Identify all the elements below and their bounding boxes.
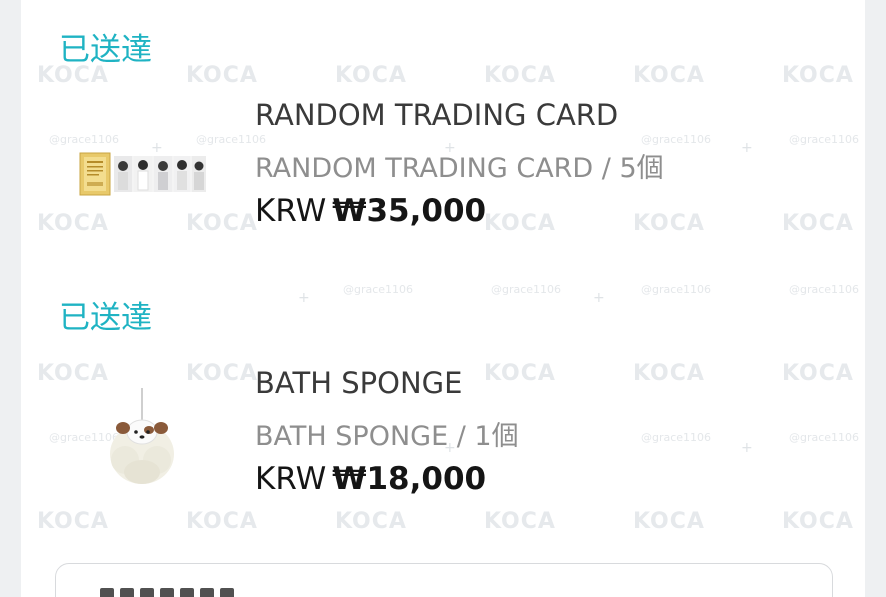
watermark-logo: KOCA: [335, 63, 407, 88]
product-price: KRW ₩18,000: [255, 461, 486, 497]
watermark-handle: @grace1106: [491, 283, 562, 296]
watermark-handle: @grace1106: [641, 431, 712, 444]
order-status: 已送達: [59, 32, 152, 68]
watermark-logo: KOCA: [186, 63, 258, 88]
watermark-plus: +: [741, 140, 753, 156]
trading-card-thumbnail[interactable]: [79, 152, 207, 198]
watermark-plus: +: [741, 440, 753, 456]
bath-sponge-thumbnail[interactable]: [105, 386, 179, 488]
watermark-logo: KOCA: [335, 509, 407, 534]
watermark-logo: KOCA: [484, 211, 556, 236]
product-variant: BATH SPONGE / 1個: [255, 421, 519, 452]
watermark-handle: @grace1106: [196, 133, 267, 146]
watermark-logo: KOCA: [633, 509, 705, 534]
next-section-card[interactable]: [55, 563, 833, 597]
watermark-logo: KOCA: [37, 509, 109, 534]
price-currency: KRW: [255, 461, 327, 497]
watermark-logo: KOCA: [484, 63, 556, 88]
watermark-logo: KOCA: [186, 211, 258, 236]
watermark-logo: KOCA: [37, 361, 109, 386]
watermark-logo: KOCA: [633, 211, 705, 236]
watermark-logo: KOCA: [782, 361, 854, 386]
watermark-handle: @grace1106: [641, 133, 712, 146]
watermark-handle: @grace1106: [789, 431, 860, 444]
watermark-logo: KOCA: [633, 361, 705, 386]
watermark-handle: @grace1106: [343, 283, 414, 296]
watermark-logo: KOCA: [484, 361, 556, 386]
product-variant: RANDOM TRADING CARD / 5個: [255, 153, 664, 184]
watermark-logo: KOCA: [782, 63, 854, 88]
watermark-logo: KOCA: [186, 361, 258, 386]
watermark-logo: KOCA: [633, 63, 705, 88]
price-amount: ₩35,000: [332, 193, 487, 229]
watermark-logo: KOCA: [37, 211, 109, 236]
watermark-handle: @grace1106: [789, 283, 860, 296]
product-name[interactable]: RANDOM TRADING CARD: [255, 98, 618, 132]
product-name[interactable]: BATH SPONGE: [255, 366, 462, 400]
watermark-handle: @grace1106: [789, 133, 860, 146]
watermark-logo: KOCA: [782, 509, 854, 534]
watermark-plus: +: [593, 290, 605, 306]
watermark-plus: +: [298, 290, 310, 306]
order-status: 已送達: [59, 300, 152, 336]
order-card: KOCA KOCA KOCA KOCA KOCA KOCA @grace1106…: [21, 0, 865, 597]
watermark-handle: @grace1106: [49, 133, 120, 146]
watermark-logo: KOCA: [186, 509, 258, 534]
watermark-logo: KOCA: [782, 211, 854, 236]
watermark-logo: KOCA: [484, 509, 556, 534]
watermark-handle: @grace1106: [641, 283, 712, 296]
price-currency: KRW: [255, 193, 327, 229]
product-price: KRW ₩35,000: [255, 193, 486, 229]
next-section-title-cutoff: [100, 588, 300, 597]
price-amount: ₩18,000: [332, 461, 487, 497]
